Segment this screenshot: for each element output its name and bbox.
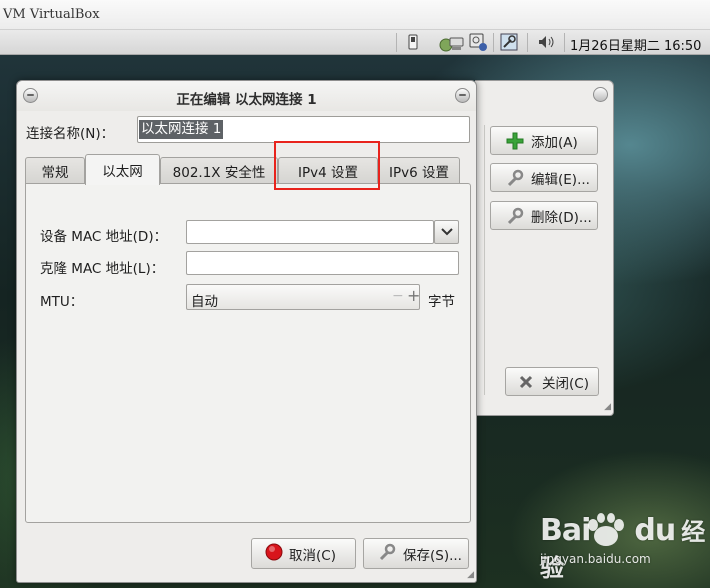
resize-grip-icon[interactable]: ◢ [604,402,611,412]
cloned-mac-input[interactable] [186,251,459,275]
tab-ethernet[interactable]: 以太网 [85,154,160,185]
tab-general-label: 常规 [41,165,69,181]
annotation-highlight-box [274,141,380,190]
close-button-label: 关闭(C) [542,375,589,392]
tab-ethernet-label: 以太网 [102,164,143,180]
watermark-url: jingyan.baidu.com [540,552,651,566]
tab-ipv6-settings[interactable]: IPv6 设置 [378,157,460,184]
add-button-label: 添加(A) [531,134,578,151]
mtu-spinbox[interactable]: 自动 − + [186,284,420,310]
watermark-brand: Bai [540,513,591,548]
panel-separator [527,33,528,52]
connection-editor-dialog: 正在编辑 以太网连接 1 连接名称(N)： 以太网连接 1 常规 以太网 802… [16,80,477,583]
app-title: VM VirtualBox [3,7,100,22]
close-icon [516,374,536,390]
connections-list-edge [476,125,485,395]
window-minimize-icon[interactable] [593,87,608,102]
connection-name-value: 以太网连接 1 [139,120,224,139]
tab-ipv6-label: IPv6 设置 [389,165,449,181]
device-mac-dropdown-button[interactable] [434,220,459,244]
device-mac-label: 设备 MAC 地址(D)： [40,229,168,245]
add-button[interactable]: 添加(A) [490,126,598,155]
plus-icon[interactable]: + [407,286,420,305]
connection-name-input[interactable]: 以太网连接 1 [137,116,470,143]
paw-logo-icon [588,513,624,546]
power-indicator-icon[interactable] [405,32,421,52]
plus-icon [505,132,525,150]
tab-8021x-label: 802.1X 安全性 [172,165,266,181]
mtu-unit: 字节 [428,294,455,310]
tab-8021x-security[interactable]: 802.1X 安全性 [160,157,278,184]
network-manager-icon[interactable] [438,32,466,52]
ethernet-tab-panel: 设备 MAC 地址(D)： 克隆 MAC 地址(L)： MTU： 自动 − + … [25,183,471,523]
cancel-button-label: 取消(C) [289,547,336,564]
stop-icon [265,543,283,565]
save-button-label: 保存(S)... [403,547,462,564]
dialog-title: 正在编辑 以太网连接 1 [176,92,317,108]
panel-separator [564,33,565,52]
edit-button-label: 编辑(E)... [531,171,590,188]
close-button[interactable]: 关闭(C) [505,367,599,396]
panel-separator [396,33,397,52]
clock[interactable]: 1月26日星期二 16:50 [570,35,701,54]
connection-name-label: 连接名称(N)： [26,126,115,142]
dialog-header: 正在编辑 以太网连接 1 [17,81,476,111]
minus-icon[interactable]: − [392,288,404,304]
volume-icon[interactable] [536,32,558,52]
tab-bar: 常规 以太网 802.1X 安全性 IPv4 设置 IPv6 设置 [25,154,475,185]
keyboard-settings-icon[interactable] [498,32,520,52]
removable-drive-icon[interactable] [466,32,490,52]
delete-button[interactable]: 删除(D)... [490,201,598,230]
watermark-brand-suffix: du [634,513,676,548]
app-titlebar: VM VirtualBox [0,0,710,30]
cancel-button[interactable]: 取消(C) [251,538,356,569]
wrench-icon [505,206,525,226]
device-mac-combobox[interactable] [186,220,434,244]
top-panel: 1月26日星期二 16:50 [0,30,710,55]
wrench-icon [377,542,397,566]
network-connections-window: 添加(A) 编辑(E)... 删除(D)... 关闭(C) ◢ [475,80,614,416]
chevron-down-icon [440,225,453,240]
edit-button[interactable]: 编辑(E)... [490,163,598,192]
tab-general[interactable]: 常规 [25,157,85,184]
mtu-label: MTU： [40,294,84,310]
delete-button-label: 删除(D)... [531,209,592,226]
window-minimize-icon[interactable] [455,88,470,103]
mtu-value: 自动 [191,294,218,310]
resize-grip-icon[interactable]: ◢ [467,570,474,580]
save-button[interactable]: 保存(S)... [363,538,469,569]
panel-separator [493,33,494,52]
wrench-icon [505,168,525,188]
cloned-mac-label: 克隆 MAC 地址(L)： [40,261,165,277]
